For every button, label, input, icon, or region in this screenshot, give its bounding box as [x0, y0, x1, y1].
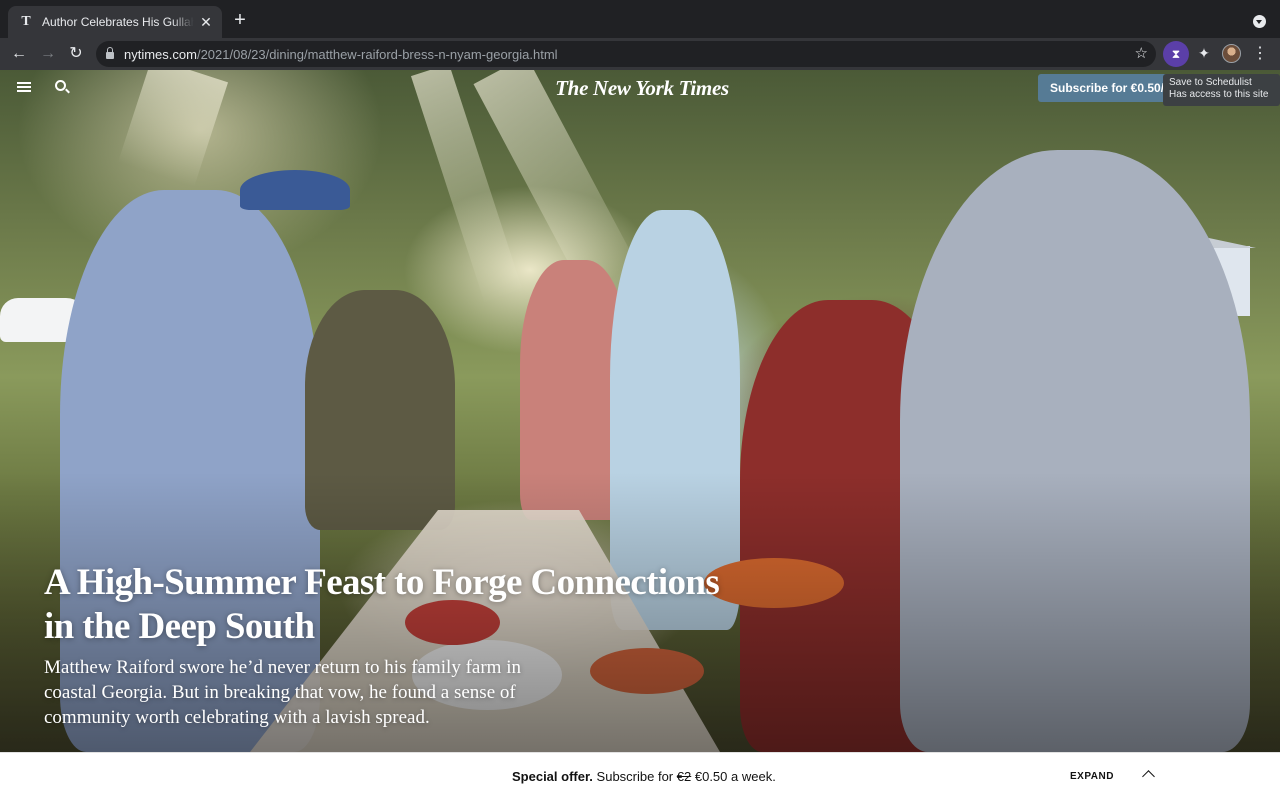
nyt-masthead-logo[interactable]: The New York Times [552, 76, 732, 101]
special-offer-bar: Special offer. Subscribe for €2 €0.50 a … [0, 752, 1280, 800]
subscribe-button[interactable]: Subscribe for €0.50/w [1038, 74, 1170, 102]
offer-old-price: €2 [676, 769, 692, 784]
reload-icon[interactable]: ↻ [65, 43, 87, 65]
schedulist-extension-icon[interactable]: ⧗ [1163, 41, 1189, 67]
url-path: /2021/08/23/dining/matthew-raiford-bress… [196, 46, 558, 62]
tab-close-icon[interactable]: ✕ [198, 14, 214, 30]
browser-toolbar: ← → ↻ nytimes.com/2021/08/23/dining/matt… [0, 38, 1280, 70]
lock-icon[interactable] [106, 47, 114, 59]
back-icon[interactable]: ← [8, 43, 30, 65]
summary-line: Matthew Raiford swore he’d never return … [44, 657, 521, 678]
url-host: nytimes.com [124, 46, 197, 62]
summary-line: community worth celebrating with a lavis… [44, 707, 430, 728]
search-icon[interactable] [55, 80, 66, 91]
browser-tab[interactable]: T Author Celebrates His Gullah R ✕ [8, 6, 222, 38]
bookmark-star-icon[interactable]: ☆ [1135, 44, 1148, 62]
article-hero: The New York Times Subscribe for €0.50/w… [0, 70, 1280, 752]
tab-title: Author Celebrates His Gullah R [42, 15, 194, 29]
address-bar[interactable]: nytimes.com/2021/08/23/dining/matthew-ra… [96, 41, 1156, 67]
tab-search-icon[interactable] [1253, 15, 1266, 28]
offer-lead: Special offer. [512, 769, 593, 784]
headline-line: A High-Summer Feast to Forge Connections [44, 562, 720, 603]
forward-icon[interactable]: → [37, 43, 59, 65]
profile-avatar[interactable] [1222, 44, 1241, 63]
expand-button[interactable]: EXPAND [1070, 771, 1114, 782]
extension-tooltip: Save to Schedulist Has access to this si… [1163, 74, 1280, 106]
new-tab-plus-icon[interactable]: + [230, 10, 250, 32]
offer-new-price: €0.50 a week. [694, 769, 776, 784]
tooltip-subtitle: Has access to this site [1169, 89, 1269, 100]
article-summary: Matthew Raiford swore he’d never return … [44, 655, 564, 730]
tooltip-title: Save to Schedulist [1169, 77, 1252, 88]
section-menu-hamburger-icon[interactable] [17, 82, 31, 92]
nyt-favicon-icon: T [21, 14, 31, 29]
headline-line: in the Deep South [44, 606, 315, 647]
offer-text[interactable]: Special offer. Subscribe for €2 €0.50 a … [512, 769, 776, 784]
summary-line: coastal Georgia. But in breaking that vo… [44, 682, 516, 703]
chevron-up-icon[interactable] [1142, 770, 1155, 783]
browser-menu-kebab-icon[interactable]: ⋮ [1252, 44, 1268, 64]
article-headline: A High-Summer Feast to Forge Connections… [44, 561, 744, 649]
browser-tab-strip: T Author Celebrates His Gullah R ✕ + [0, 0, 1280, 38]
offer-subscribe-text: Subscribe for [596, 769, 674, 784]
blue-cap [240, 170, 350, 210]
extensions-puzzle-icon[interactable]: ✦ [1194, 43, 1214, 63]
sunbeam [117, 70, 229, 187]
